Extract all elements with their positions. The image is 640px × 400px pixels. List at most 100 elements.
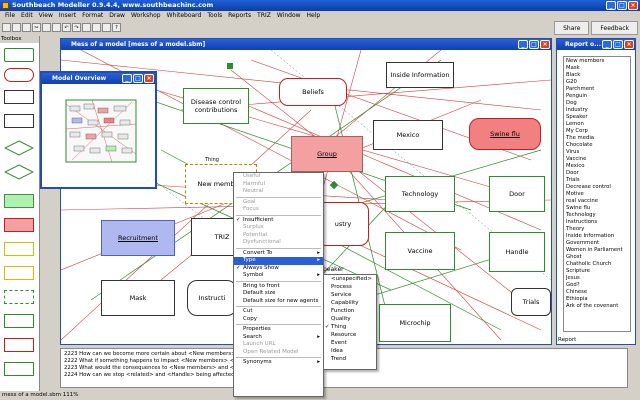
node-disease-control[interactable]: Disease control contributions — [183, 88, 249, 124]
feedback-button[interactable]: Feedback — [591, 21, 638, 35]
type-submenu-item[interactable]: Event — [324, 339, 376, 347]
share-button[interactable]: Share — [554, 21, 590, 35]
node-mexico[interactable]: Mexico — [373, 120, 443, 150]
redo-icon[interactable]: ↷ — [72, 23, 81, 32]
report-list-item[interactable]: Swine flu — [566, 205, 628, 212]
toolbox-shape-red-2[interactable] — [4, 338, 34, 352]
menu-reports[interactable]: Reports — [225, 11, 254, 21]
context-menu-item[interactable]: Copy — [234, 316, 323, 324]
report-list-item[interactable]: Inside Information — [566, 233, 628, 240]
type-submenu-item[interactable]: <unspecified> — [324, 275, 376, 283]
node-beliefs[interactable]: Beliefs — [279, 78, 347, 106]
close-button[interactable]: × — [628, 1, 638, 10]
menu-help[interactable]: Help — [304, 11, 324, 21]
type-submenu-item[interactable]: Resource — [324, 331, 376, 339]
node-instruction[interactable]: Instructi — [187, 280, 237, 316]
node-door[interactable]: Door — [489, 176, 545, 212]
report-close-button[interactable]: × — [624, 40, 634, 49]
open-folder-icon[interactable] — [12, 23, 21, 32]
context-menu-item[interactable]: Insufficient ✓ — [234, 217, 323, 225]
menu-triz[interactable]: TRIZ — [254, 11, 274, 21]
bookmark-icon[interactable] — [92, 23, 101, 32]
report-list-item[interactable]: Parchment — [566, 86, 628, 93]
report-list-item[interactable]: Mask — [566, 65, 628, 72]
report-list-item[interactable]: Speaker — [566, 114, 628, 121]
report-list-item[interactable]: Jesus — [566, 275, 628, 282]
toolbox-shape-diamond-2[interactable] — [4, 164, 34, 180]
menu-format[interactable]: Format — [79, 11, 106, 21]
toolbox-shape-rect[interactable] — [4, 90, 34, 104]
report-minimize-button[interactable]: _ — [602, 40, 612, 49]
context-menu-item[interactable]: Type ▸ — [234, 257, 323, 265]
overview-maximize-button[interactable]: □ — [133, 74, 143, 83]
report-list-item[interactable]: New members — [566, 58, 628, 65]
model-close-button[interactable]: × — [540, 40, 550, 49]
toolbox-shape-yellow-2[interactable] — [4, 266, 34, 280]
report-list-item[interactable]: Technology — [566, 212, 628, 219]
node-vaccine[interactable]: Vaccine — [385, 232, 455, 270]
report-list-item[interactable]: Chocolate — [566, 142, 628, 149]
report-list-item[interactable]: Government — [566, 240, 628, 247]
report-list-item[interactable]: Theory — [566, 226, 628, 233]
type-submenu-item[interactable]: Thing ✓ — [324, 323, 376, 331]
node-group[interactable]: Group — [291, 136, 363, 172]
maximize-button[interactable]: □ — [617, 1, 627, 10]
menu-tools[interactable]: Tools — [204, 11, 225, 21]
menu-whiteboard[interactable]: Whiteboard — [164, 11, 205, 21]
toolbox-shape-diamond[interactable] — [4, 140, 34, 156]
node-industry[interactable]: ustry — [317, 202, 369, 246]
node-inside-information[interactable]: Inside Information — [386, 62, 454, 88]
context-menu-item[interactable]: Always Show ✓ — [234, 265, 323, 273]
report-list-item[interactable]: Virus — [566, 149, 628, 156]
tag-icon[interactable] — [102, 23, 111, 32]
report-list-item[interactable]: Mexico — [566, 163, 628, 170]
menu-file[interactable]: File — [2, 11, 18, 21]
overview-minimize-button[interactable]: _ — [122, 74, 132, 83]
context-menu-item[interactable]: Search ▸ — [234, 334, 323, 342]
overview-thumbnail[interactable] — [42, 84, 155, 187]
copy-icon[interactable] — [42, 23, 51, 32]
report-list-item[interactable]: G20 — [566, 79, 628, 86]
report-list-item[interactable]: Dog — [566, 100, 628, 107]
type-submenu-item[interactable]: Quality — [324, 315, 376, 323]
report-list-item[interactable]: Chinese — [566, 289, 628, 296]
report-list-item[interactable]: Door — [566, 170, 628, 177]
node-recruitment[interactable]: Recruitment — [101, 220, 175, 256]
node-mask[interactable]: Mask — [101, 280, 175, 316]
report-list-item[interactable]: Trials — [566, 177, 628, 184]
menu-window[interactable]: Window — [274, 11, 304, 21]
help-icon[interactable]: ? — [112, 23, 121, 32]
menu-draw[interactable]: Draw — [106, 11, 128, 21]
node-speaker[interactable]: peaker — [323, 266, 344, 273]
menu-view[interactable]: View — [36, 11, 56, 21]
report-list-item[interactable]: God? — [566, 282, 628, 289]
report-list-item[interactable]: My Corp — [566, 128, 628, 135]
cut-icon[interactable]: ✂ — [32, 23, 41, 32]
context-menu-item[interactable]: Cut — [234, 308, 323, 316]
report-list-item[interactable]: Ark of the covenant — [566, 303, 628, 310]
type-submenu-item[interactable]: Trend — [324, 355, 376, 363]
node-swine-flu[interactable]: Swine flu — [469, 118, 541, 150]
report-list-item[interactable]: Instructions — [566, 219, 628, 226]
paste-icon[interactable] — [52, 23, 61, 32]
report-list-item[interactable]: Motive — [566, 191, 628, 198]
menu-insert[interactable]: Insert — [56, 11, 79, 21]
context-menu-item[interactable]: Symbol ▸ — [234, 272, 323, 280]
toolbox-shape-green-2[interactable] — [4, 314, 34, 328]
toolbox-shape-green-fill[interactable] — [4, 194, 34, 208]
report-list-item[interactable]: real vaccine — [566, 198, 628, 205]
context-menu-item[interactable]: Default size — [234, 290, 323, 298]
node-microchip[interactable]: Microchip — [379, 304, 451, 342]
report-list-item[interactable]: Ghost — [566, 254, 628, 261]
report-list-item[interactable]: Industry — [566, 107, 628, 114]
context-menu-item[interactable]: Properties — [234, 326, 323, 334]
type-submenu-item[interactable]: Capability — [324, 299, 376, 307]
context-menu-item[interactable]: Bring to front — [234, 283, 323, 291]
context-menu-item[interactable]: Default size for new agents — [234, 298, 323, 306]
report-list-item[interactable]: Decrease control — [566, 184, 628, 191]
toolbox-shape-red-round[interactable] — [4, 68, 34, 82]
model-maximize-button[interactable]: □ — [529, 40, 539, 49]
context-menu-item[interactable]: Synonyms ▸ — [234, 359, 323, 367]
menu-workshop[interactable]: Workshop — [128, 11, 164, 21]
report-list-item[interactable]: Women in Parliament — [566, 247, 628, 254]
